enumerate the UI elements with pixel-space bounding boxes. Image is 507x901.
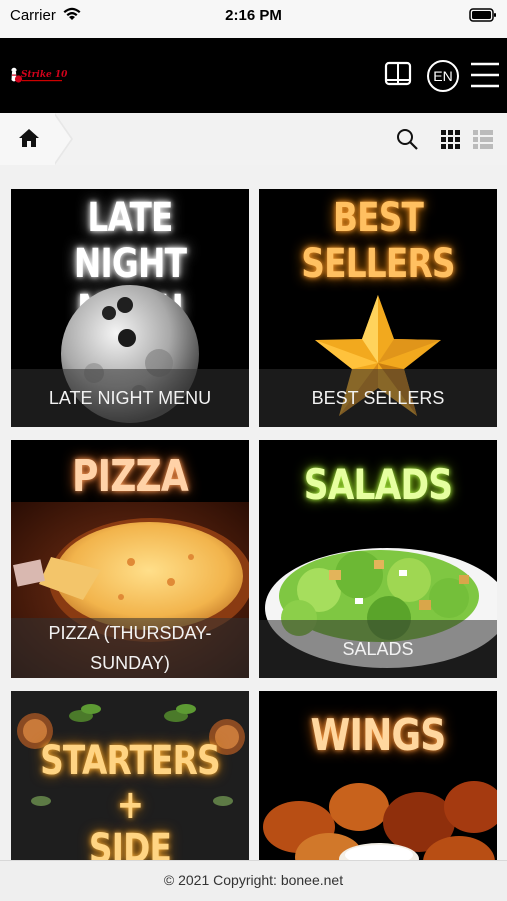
menu-book-icon[interactable]: [383, 59, 413, 89]
title-line: BEST: [332, 195, 424, 241]
title-line: SELLERS: [301, 241, 455, 287]
status-bar: Carrier 2:16 PM: [0, 0, 507, 38]
caption-line: PIZZA (THURSDAY-: [48, 623, 212, 643]
svg-text:Strike 10: Strike 10: [21, 70, 68, 80]
home-icon: [19, 129, 39, 147]
breadcrumb-separator-inner: [53, 113, 71, 165]
title-line: +: [116, 782, 144, 828]
category-caption: SALADS: [259, 620, 497, 678]
category-caption: BEST SELLERS: [259, 369, 497, 427]
caption-line: SUNDAY): [90, 653, 170, 673]
grid-view-icon[interactable]: [441, 130, 461, 150]
title-line: LATE NIGHT: [73, 195, 187, 287]
search-icon[interactable]: [396, 128, 418, 150]
wings-image: [263, 781, 497, 860]
battery-icon: [469, 8, 496, 22]
category-card-best-sellers[interactable]: BEST SELLERS BEST SELLERS: [259, 189, 497, 427]
category-card-salads[interactable]: SALADS SALADS: [259, 440, 497, 678]
status-time: 2:16 PM: [225, 7, 282, 24]
category-title: PIZZA: [71, 451, 189, 502]
category-title: STARTERS + SIDE DISHES: [32, 739, 227, 860]
category-title: SALADS: [303, 460, 453, 509]
category-grid: LATE NIGHT MENU LATE NIGHT MENU BEST SEL…: [0, 165, 507, 860]
language-selector[interactable]: EN: [427, 60, 459, 92]
breadcrumb-toolbar: [0, 113, 507, 165]
category-card-starters-side-dishes[interactable]: STARTERS + SIDE DISHES: [11, 691, 249, 860]
category-card-wings[interactable]: WINGS: [259, 691, 497, 860]
category-title: WINGS: [310, 710, 447, 761]
app-header: Strike 10 EN: [0, 38, 507, 113]
category-title: BEST SELLERS: [280, 195, 475, 287]
breadcrumb-home[interactable]: [0, 113, 55, 165]
list-view-icon[interactable]: [473, 130, 493, 150]
hamburger-menu-icon[interactable]: [469, 59, 501, 91]
copyright-footer: © 2021 Copyright: bonee.net: [0, 860, 507, 901]
title-line: STARTERS: [40, 738, 221, 784]
category-caption: PIZZA (THURSDAY- SUNDAY): [11, 618, 249, 678]
category-card-late-night-menu[interactable]: LATE NIGHT MENU LATE NIGHT MENU: [11, 189, 249, 427]
category-caption: LATE NIGHT MENU: [11, 369, 249, 427]
title-line: SIDE DISHES: [88, 826, 172, 860]
restaurant-logo[interactable]: Strike 10: [8, 60, 68, 88]
category-card-pizza[interactable]: PIZZA PIZZA (THURSDAY- SUNDAY): [11, 440, 249, 678]
